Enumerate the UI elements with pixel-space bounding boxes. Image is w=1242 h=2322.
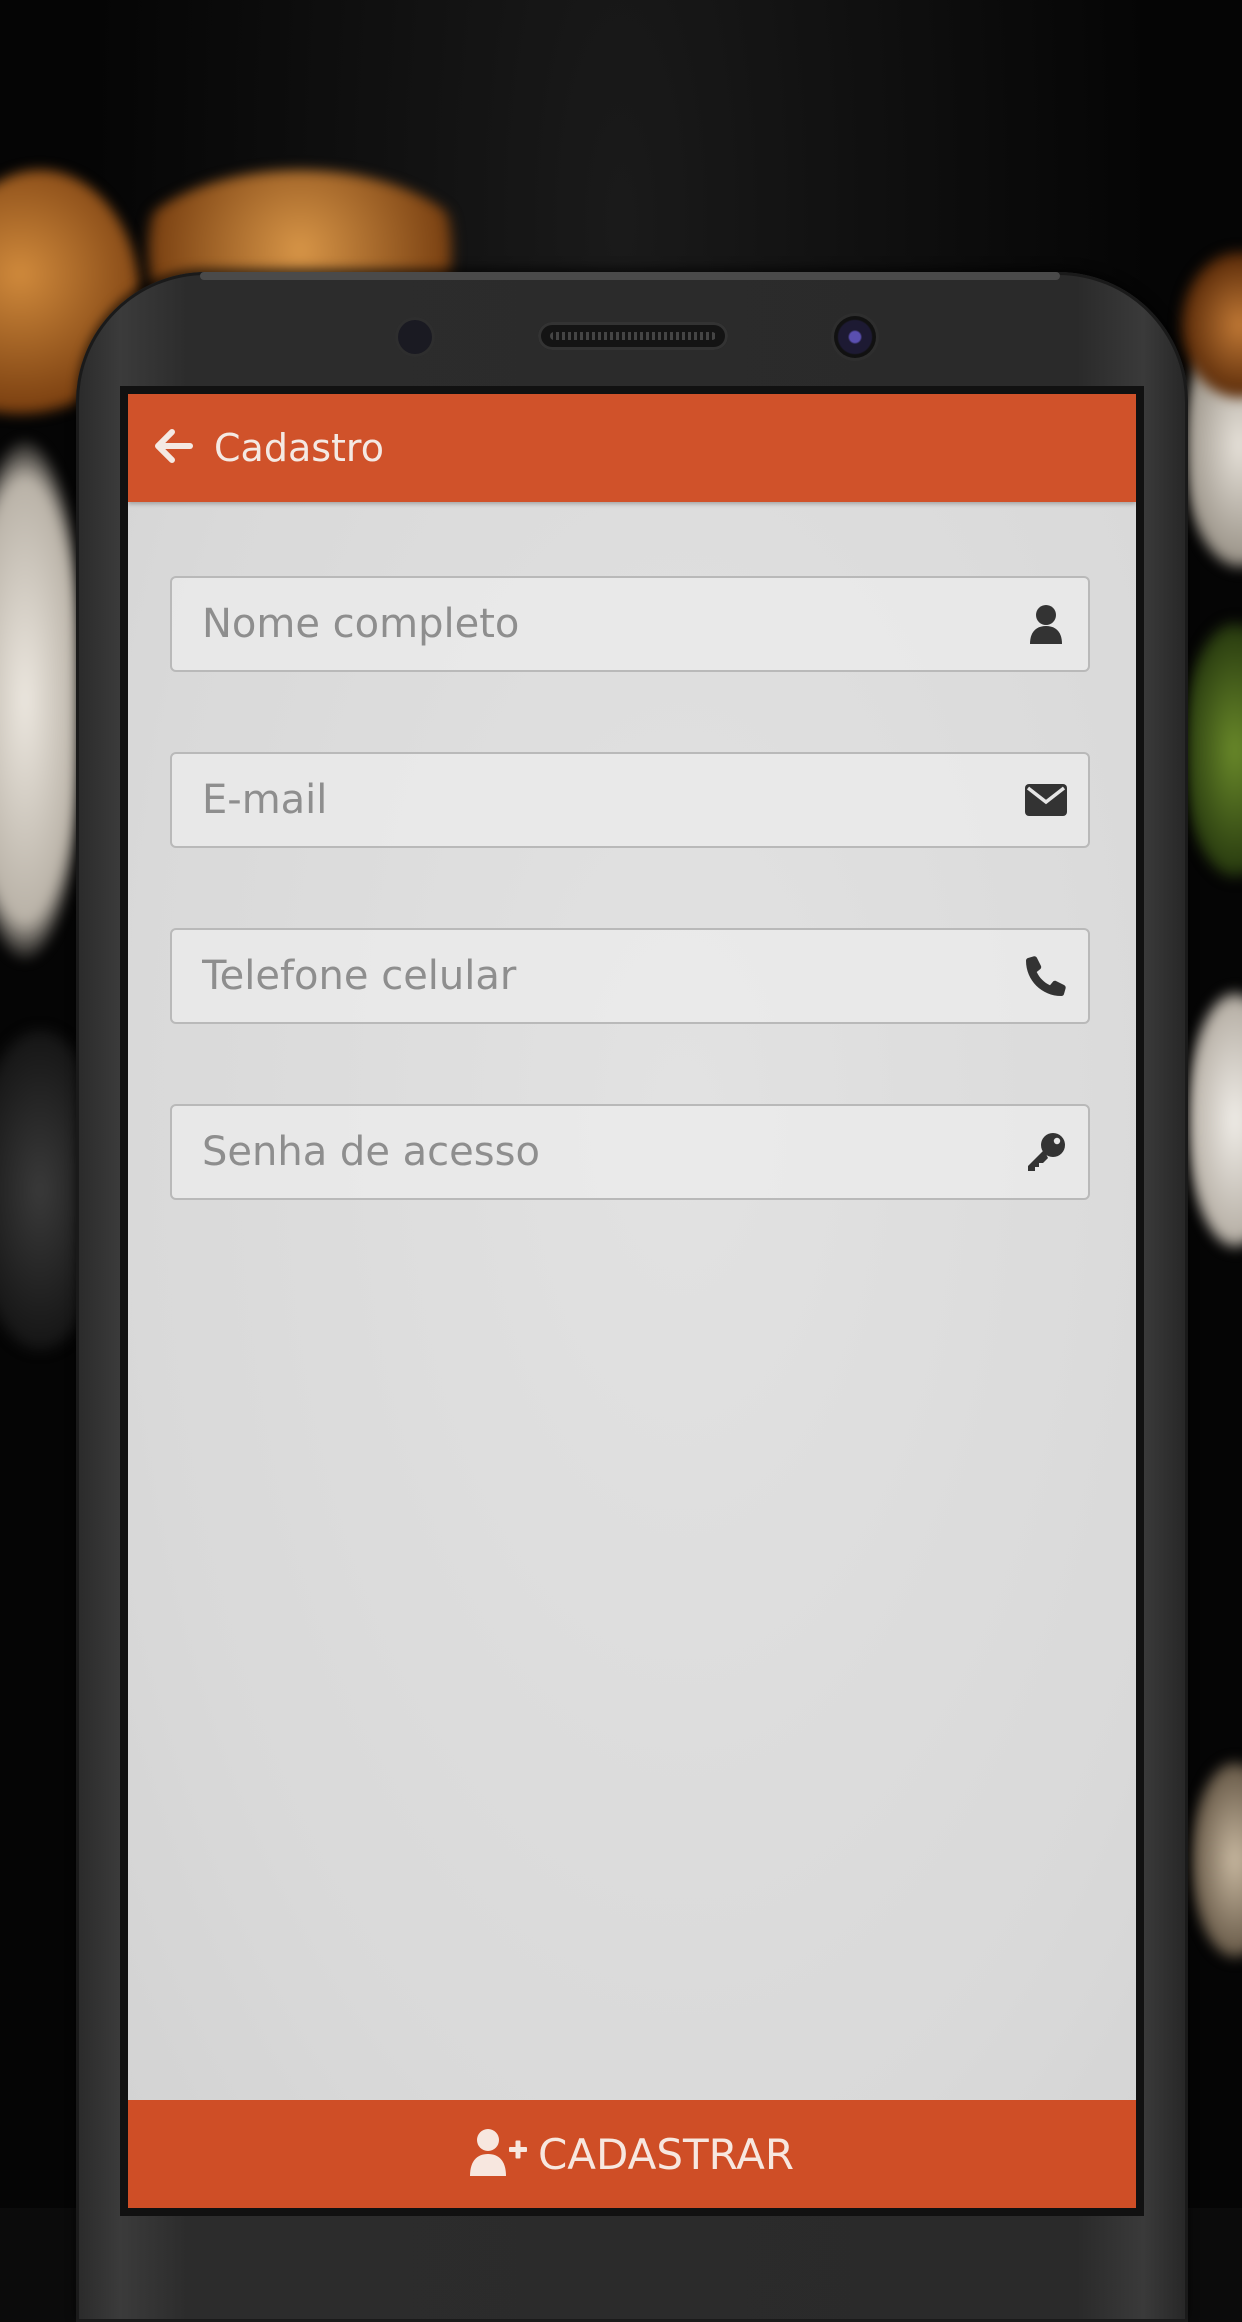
page-title: Cadastro xyxy=(214,426,384,470)
bg-food-blob xyxy=(1190,1760,1242,1960)
phone-input[interactable] xyxy=(202,953,982,999)
earpiece-speaker xyxy=(538,322,728,350)
email-input[interactable] xyxy=(202,777,982,823)
front-camera xyxy=(834,316,876,358)
phone-field[interactable] xyxy=(170,928,1090,1024)
user-icon xyxy=(1024,602,1068,646)
user-plus-icon xyxy=(469,2128,528,2180)
full-name-field[interactable] xyxy=(170,576,1090,672)
password-field[interactable] xyxy=(170,1104,1090,1200)
full-name-input[interactable] xyxy=(202,601,982,647)
back-button[interactable] xyxy=(146,420,202,476)
key-icon xyxy=(1024,1130,1068,1174)
envelope-icon xyxy=(1024,778,1068,822)
arrow-left-icon xyxy=(155,429,193,467)
register-button[interactable]: CADASTRAR xyxy=(128,2100,1136,2208)
phone-top-edge xyxy=(200,272,1060,280)
bg-food-blob xyxy=(1180,620,1242,880)
app-screen: Cadastro Nome completo E-mail Telefone c… xyxy=(128,394,1136,2208)
phone-icon xyxy=(1024,954,1068,998)
app-bar: Cadastro xyxy=(128,394,1136,502)
bg-food-blob xyxy=(1185,990,1242,1250)
email-field[interactable] xyxy=(170,752,1090,848)
password-input[interactable] xyxy=(202,1129,982,1175)
register-button-label: CADASTRAR xyxy=(537,2129,795,2179)
proximity-sensor xyxy=(398,320,432,354)
